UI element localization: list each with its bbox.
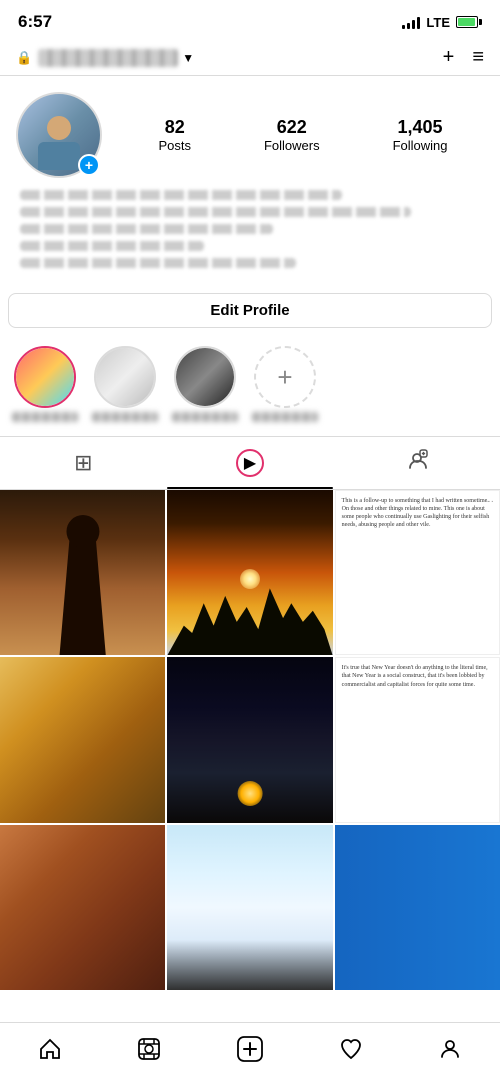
highlight-item-2[interactable]	[92, 346, 158, 422]
status-bar: 6:57 LTE	[0, 0, 500, 40]
text-post-2-content: It's true that New Year doesn't do anyth…	[342, 664, 493, 688]
tab-reels[interactable]: ▶	[167, 437, 334, 489]
grid-cell-5[interactable]	[167, 657, 332, 822]
posts-stat[interactable]: 82 Posts	[158, 117, 191, 153]
highlight-item-add[interactable]: +	[252, 346, 318, 422]
followers-label: Followers	[264, 138, 320, 153]
nav-profile-button[interactable]	[426, 1029, 474, 1076]
grid-cell-7[interactable]	[0, 825, 165, 990]
highlight-circle-3	[174, 346, 236, 408]
grid-cell-2[interactable]	[167, 490, 332, 655]
bio-line-4	[20, 241, 204, 251]
bottom-nav	[0, 1022, 500, 1082]
tab-grid[interactable]: ⊞	[0, 437, 167, 489]
grid-cell-3[interactable]: ··· This is a follow-up to something tha…	[335, 490, 500, 655]
home-icon	[38, 1037, 62, 1068]
following-label: Following	[393, 138, 448, 153]
more-dots-icon: ···	[484, 496, 494, 507]
text-post-1-content: This is a follow-up to something that I …	[342, 497, 493, 529]
tagged-icon	[406, 449, 428, 477]
profile-top: + 82 Posts 622 Followers 1,405 Following	[16, 92, 484, 178]
highlight-circle-2	[94, 346, 156, 408]
lock-icon: 🔒	[16, 50, 32, 66]
add-highlight-circle[interactable]: +	[254, 346, 316, 408]
bio-section	[16, 190, 484, 268]
highlight-item-1[interactable]	[12, 346, 78, 422]
reels-icon: ▶	[244, 453, 256, 473]
highlight-label-add	[252, 412, 318, 422]
bio-line-3	[20, 224, 273, 234]
followers-count: 622	[277, 117, 307, 138]
grid-cell-9[interactable]	[335, 825, 500, 990]
hamburger-icon: ≡	[472, 46, 484, 68]
tab-tagged[interactable]	[333, 437, 500, 489]
profile-nav-icon	[438, 1037, 462, 1068]
signal-bars-icon	[402, 15, 420, 29]
status-time: 6:57	[18, 12, 52, 32]
add-highlight-icon: +	[277, 364, 292, 390]
add-story-button[interactable]: +	[78, 154, 100, 176]
grid-cell-1[interactable]	[0, 490, 165, 655]
following-stat[interactable]: 1,405 Following	[393, 117, 448, 153]
profile-section: + 82 Posts 622 Followers 1,405 Following	[0, 76, 500, 283]
nav-likes-button[interactable]	[327, 1029, 375, 1076]
edit-profile-wrap: Edit Profile	[0, 283, 500, 338]
highlight-label-3	[172, 412, 238, 422]
heart-icon	[339, 1037, 363, 1068]
header-right: + ≡	[443, 46, 484, 69]
tabs-row: ⊞ ▶	[0, 436, 500, 490]
lte-label: LTE	[426, 15, 450, 30]
status-icons: LTE	[402, 15, 482, 30]
following-count: 1,405	[398, 117, 443, 138]
username-area[interactable]: ▼	[38, 49, 194, 67]
username-blurred	[38, 49, 178, 67]
followers-stat[interactable]: 622 Followers	[264, 117, 320, 153]
nav-reels-button[interactable]	[125, 1029, 173, 1076]
nav-home-button[interactable]	[26, 1029, 74, 1076]
bio-line-2	[20, 207, 411, 217]
posts-count: 82	[165, 117, 185, 138]
edit-profile-button[interactable]: Edit Profile	[8, 293, 492, 328]
add-icon	[237, 1036, 263, 1069]
bio-line-1	[20, 190, 342, 200]
posts-label: Posts	[158, 138, 191, 153]
grid-cell-8[interactable]	[167, 825, 332, 990]
highlight-circle-1	[14, 346, 76, 408]
highlight-item-3[interactable]	[172, 346, 238, 422]
highlight-label-1	[12, 412, 78, 422]
plus-icon: +	[443, 46, 455, 68]
bio-line-5	[20, 258, 296, 268]
menu-button[interactable]: ≡	[472, 46, 484, 69]
grid-cell-6[interactable]: It's true that New Year doesn't do anyth…	[335, 657, 500, 822]
reels-tab-circle: ▶	[236, 449, 264, 477]
grid-cell-4[interactable]	[0, 657, 165, 822]
reels-nav-icon	[137, 1037, 161, 1068]
header-left: 🔒 ▼	[16, 49, 194, 67]
add-post-button[interactable]: +	[443, 46, 455, 69]
text-post-1: ··· This is a follow-up to something tha…	[335, 490, 500, 655]
battery-icon	[456, 16, 482, 28]
photo-grid: ··· This is a follow-up to something tha…	[0, 490, 500, 990]
highlights-row: +	[0, 338, 500, 436]
grid-icon: ⊞	[74, 450, 92, 476]
profile-stats: 82 Posts 622 Followers 1,405 Following	[122, 117, 484, 153]
dropdown-arrow-icon[interactable]: ▼	[182, 51, 194, 65]
nav-add-button[interactable]	[225, 1028, 275, 1077]
app-header: 🔒 ▼ + ≡	[0, 40, 500, 76]
highlight-label-2	[92, 412, 158, 422]
avatar-wrap: +	[16, 92, 102, 178]
text-post-2: It's true that New Year doesn't do anyth…	[335, 657, 500, 822]
